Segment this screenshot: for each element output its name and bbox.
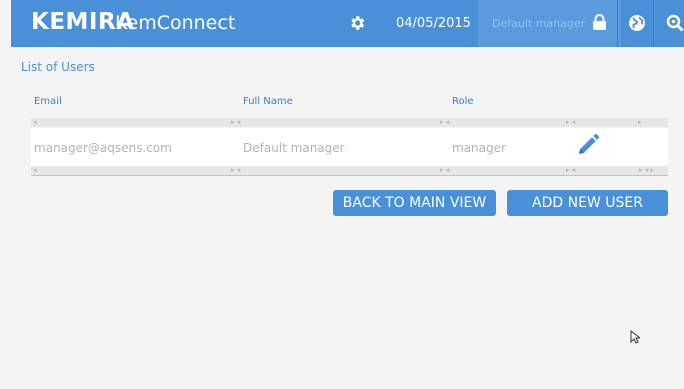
page-title: List of Users [21, 60, 95, 74]
current-user: Default manager [492, 17, 586, 30]
cell-role: manager [452, 141, 506, 155]
back-to-main-view-button[interactable]: BACK TO MAIN VIEW [333, 190, 496, 216]
zoom-icon[interactable] [666, 14, 684, 32]
divider [31, 175, 668, 176]
lock-icon[interactable] [592, 14, 607, 31]
cell-email: manager@aqsens.com [34, 141, 172, 155]
edit-pencil-icon[interactable] [576, 133, 600, 157]
column-header-full-name[interactable]: Full Name [243, 96, 293, 107]
cell-full-name: Default manager [243, 141, 345, 155]
gear-icon[interactable] [348, 14, 366, 32]
divider [617, 0, 618, 47]
column-resize-bar[interactable]: ◂ ▸ ◂ ▸ ◂ ▸ ◂ ▸ [31, 118, 668, 127]
globe-icon[interactable] [628, 14, 646, 32]
user-menu[interactable]: Default manager [478, 0, 621, 47]
mouse-cursor-icon [630, 330, 640, 344]
divider [653, 0, 654, 47]
table-row[interactable]: manager@aqsens.com Default manager manag… [31, 128, 668, 166]
column-resize-bar[interactable]: ◂ ▸ ◂ ▸ ◂ ▸ ◂ ▸ ◂ ▸ [31, 166, 668, 175]
current-date: 04/05/2015 [396, 16, 471, 31]
top-bar: KEMIRA KemConnect 04/05/2015 Default man… [11, 0, 684, 47]
add-new-user-button[interactable]: ADD NEW USER [507, 190, 668, 216]
app-name: KemConnect [115, 12, 236, 34]
column-header-role[interactable]: Role [452, 96, 474, 107]
column-header-email[interactable]: Email [34, 96, 62, 107]
